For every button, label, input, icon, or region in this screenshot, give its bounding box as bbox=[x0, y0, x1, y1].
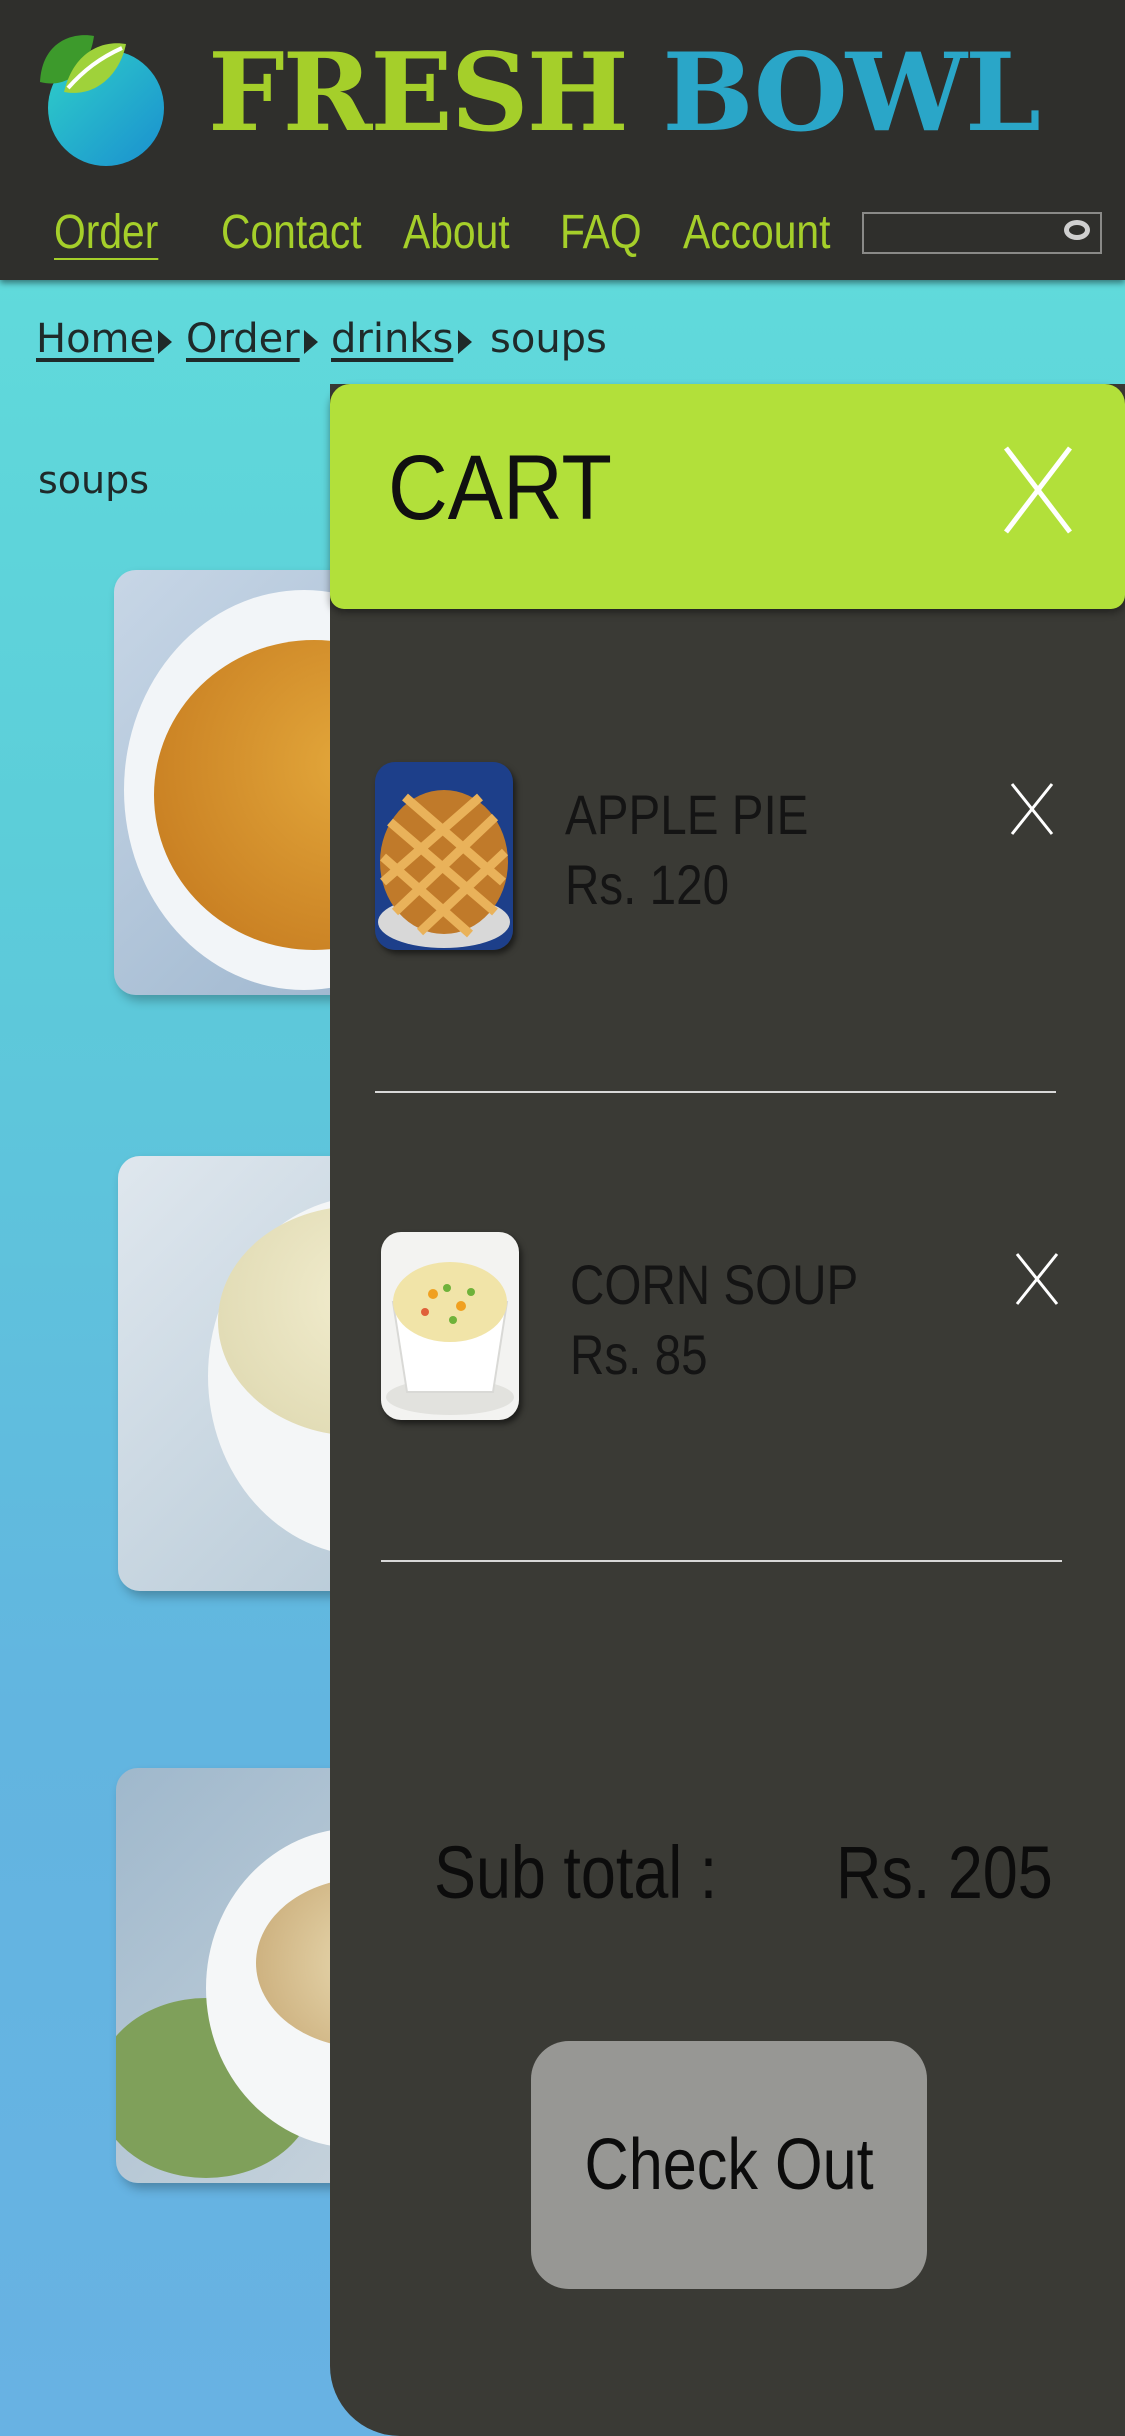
close-icon[interactable] bbox=[1015, 1252, 1059, 1306]
search-input[interactable] bbox=[862, 212, 1102, 254]
brand-word-fresh: FRESH bbox=[208, 30, 629, 156]
subtotal-label: Sub total : bbox=[434, 1831, 718, 1914]
corn-soup-thumbnail bbox=[381, 1232, 519, 1420]
cart-item-name: APPLE PIE bbox=[565, 783, 809, 846]
search-icon[interactable] bbox=[1064, 220, 1090, 240]
close-icon[interactable] bbox=[1010, 782, 1054, 836]
cart-item-price: Rs. 85 bbox=[570, 1323, 708, 1386]
close-icon[interactable] bbox=[1002, 444, 1074, 536]
chevron-right-icon bbox=[158, 330, 172, 354]
section-title: soups bbox=[38, 458, 150, 502]
logo-leaf-icon[interactable] bbox=[34, 30, 169, 170]
cart-item-name: CORN SOUP bbox=[570, 1253, 859, 1316]
chevron-right-icon bbox=[458, 330, 472, 354]
cart-header: CART bbox=[330, 384, 1125, 609]
nav-about[interactable]: About bbox=[403, 198, 510, 268]
nav-order[interactable]: Order bbox=[54, 198, 158, 268]
breadcrumb-current: soups bbox=[490, 316, 607, 362]
divider bbox=[375, 1091, 1056, 1093]
checkout-button-label: Check Out bbox=[584, 2125, 874, 2205]
brand-word-bowl: BOWL bbox=[662, 30, 1041, 156]
breadcrumb-order[interactable]: Order bbox=[186, 316, 300, 362]
nav-account[interactable]: Account bbox=[683, 198, 830, 268]
nav-faq[interactable]: FAQ bbox=[560, 198, 642, 268]
brand-name[interactable]: FRESH BOWL bbox=[208, 28, 1041, 158]
cart-title: CART bbox=[388, 437, 612, 539]
breadcrumb-drinks[interactable]: drinks bbox=[331, 316, 453, 362]
apple-pie-thumbnail bbox=[375, 762, 513, 950]
divider bbox=[381, 1560, 1062, 1562]
cart-item-price: Rs. 120 bbox=[565, 853, 730, 916]
subtotal-value: Rs. 205 bbox=[836, 1831, 1053, 1914]
chevron-right-icon bbox=[304, 330, 318, 354]
nav-contact[interactable]: Contact bbox=[221, 198, 362, 268]
checkout-button[interactable]: Check Out bbox=[531, 2041, 927, 2289]
breadcrumb-home[interactable]: Home bbox=[36, 316, 154, 362]
site-header: FRESH BOWL Order Contact About FAQ Accou… bbox=[0, 0, 1125, 280]
